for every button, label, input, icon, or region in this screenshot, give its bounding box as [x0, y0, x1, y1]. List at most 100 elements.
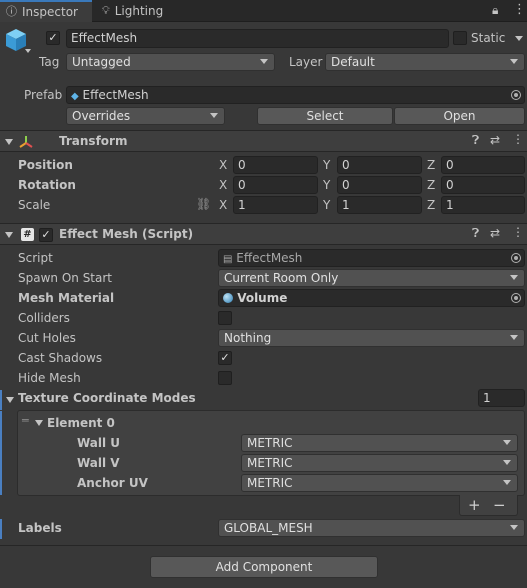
colliders-label: Colliders: [18, 311, 70, 325]
script-label: Script: [18, 251, 53, 265]
modified-indicator: [0, 519, 2, 539]
more-menu-icon[interactable]: ⋮: [513, 2, 526, 17]
static-checkbox[interactable]: [453, 31, 467, 45]
mesh-material-field[interactable]: Volume: [218, 289, 525, 307]
modified-indicator: [0, 411, 2, 495]
lightbulb-icon: 💡︎: [102, 4, 110, 17]
object-name-input[interactable]: EffectMesh: [66, 29, 449, 48]
chevron-down-icon: [503, 460, 511, 465]
rotation-z-input[interactable]: 0: [441, 176, 525, 194]
more-menu-icon[interactable]: ⋮: [512, 132, 524, 146]
chevron-down-icon: [503, 480, 511, 485]
transform-title: Transform: [59, 134, 128, 148]
wall-u-label: Wall U: [77, 436, 121, 450]
cut-holes-dropdown[interactable]: Nothing: [218, 329, 525, 347]
help-icon[interactable]: ❓︎: [472, 133, 479, 148]
transform-axes-icon: [18, 134, 34, 150]
axis-x-label[interactable]: X: [219, 158, 227, 172]
tab-lighting[interactable]: 💡︎ Lighting: [96, 0, 186, 22]
help-icon[interactable]: ❓︎: [472, 226, 479, 241]
rotation-label: Rotation: [18, 178, 76, 192]
scale-z-input[interactable]: 1: [441, 196, 525, 214]
anchor-uv-dropdown[interactable]: METRIC: [241, 474, 518, 492]
enabled-checkbox[interactable]: ✓: [39, 228, 53, 242]
labels-dropdown[interactable]: GLOBAL_MESH: [218, 519, 525, 537]
wall-v-label: Wall V: [77, 456, 120, 470]
object-picker-icon[interactable]: [511, 293, 521, 303]
position-z-input[interactable]: 0: [441, 156, 525, 174]
chevron-down-icon: [503, 440, 511, 445]
element-0-label[interactable]: Element 0: [47, 416, 115, 430]
drag-handle-icon[interactable]: ═: [22, 414, 29, 427]
mesh-material-label: Mesh Material: [18, 291, 115, 305]
layer-dropdown[interactable]: Default: [325, 53, 525, 71]
scale-x-input[interactable]: 1: [233, 196, 318, 214]
position-y-input[interactable]: 0: [337, 156, 422, 174]
axis-x-label[interactable]: X: [219, 178, 227, 192]
axis-z-label[interactable]: Z: [427, 158, 435, 172]
tag-label: Tag: [39, 55, 60, 69]
cast-shadows-checkbox[interactable]: ✓: [218, 351, 232, 365]
scale-label: Scale: [18, 198, 51, 212]
chevron-down-icon: [510, 275, 518, 280]
fold-arrow-icon[interactable]: [5, 232, 13, 238]
add-element-button[interactable]: +: [468, 496, 481, 514]
object-picker-icon[interactable]: [511, 90, 521, 100]
divider: [0, 545, 527, 546]
active-checkbox[interactable]: ✓: [46, 31, 60, 45]
open-button[interactable]: Open: [394, 107, 525, 125]
add-component-button[interactable]: Add Component: [150, 556, 378, 578]
texture-coordinate-modes-label[interactable]: Texture Coordinate Modes: [18, 391, 196, 405]
axis-y-label[interactable]: Y: [323, 158, 330, 172]
script-field: ▤ EffectMesh: [218, 249, 525, 267]
lock-icon[interactable]: 🔒︎: [492, 3, 498, 18]
transform-header[interactable]: Transform ❓︎ ⇄ ⋮: [0, 130, 527, 152]
axis-z-label[interactable]: Z: [427, 198, 435, 212]
icon-dropdown-arrow[interactable]: [25, 49, 31, 53]
layer-label: Layer: [289, 55, 323, 69]
effect-mesh-header[interactable]: # ✓ Effect Mesh (Script) ❓︎ ⇄ ⋮: [0, 223, 527, 245]
axis-x-label[interactable]: X: [219, 198, 227, 212]
spawn-on-start-dropdown[interactable]: Current Room Only: [218, 269, 525, 287]
overrides-dropdown[interactable]: Overrides: [66, 107, 225, 125]
position-x-input[interactable]: 0: [233, 156, 318, 174]
object-picker-icon[interactable]: [511, 253, 521, 263]
preset-icon[interactable]: ⇄: [490, 133, 500, 147]
effect-mesh-title: Effect Mesh (Script): [59, 227, 194, 241]
static-dropdown-arrow[interactable]: [515, 36, 523, 41]
array-size-input[interactable]: 1: [478, 389, 525, 407]
hide-mesh-label: Hide Mesh: [18, 371, 81, 385]
preset-icon[interactable]: ⇄: [490, 226, 500, 240]
chevron-down-icon: [210, 113, 218, 118]
tab-lighting-label: Lighting: [114, 4, 164, 18]
hide-mesh-checkbox[interactable]: [218, 371, 232, 385]
rotation-y-input[interactable]: 0: [337, 176, 422, 194]
tag-dropdown[interactable]: Untagged: [66, 53, 275, 71]
axis-y-label[interactable]: Y: [323, 178, 330, 192]
fold-arrow-icon[interactable]: [35, 420, 43, 426]
cut-holes-label: Cut Holes: [18, 331, 76, 345]
fold-arrow-icon[interactable]: [5, 139, 13, 145]
spawn-on-start-label: Spawn On Start: [18, 271, 113, 285]
tab-inspector[interactable]: ⓘ Inspector: [0, 0, 92, 22]
remove-element-button[interactable]: −: [493, 496, 506, 514]
axis-y-label[interactable]: Y: [323, 198, 330, 212]
axis-z-label[interactable]: Z: [427, 178, 435, 192]
prefab-field[interactable]: ◆ EffectMesh: [66, 86, 525, 104]
gameobject-cube-icon: [5, 28, 27, 51]
prefab-label: Prefab: [24, 88, 63, 102]
link-constraint-icon[interactable]: ⛓︎: [196, 197, 211, 211]
tab-inspector-label: Inspector: [22, 5, 78, 19]
scale-y-input[interactable]: 1: [337, 196, 422, 214]
position-label: Position: [18, 158, 73, 172]
wall-u-dropdown[interactable]: METRIC: [241, 434, 518, 452]
script-icon: #: [21, 228, 34, 241]
select-button[interactable]: Select: [257, 107, 393, 125]
rotation-x-input[interactable]: 0: [233, 176, 318, 194]
more-menu-icon[interactable]: ⋮: [512, 225, 524, 239]
fold-arrow-icon[interactable]: [6, 397, 14, 403]
material-sphere-icon: [223, 293, 233, 303]
wall-v-dropdown[interactable]: METRIC: [241, 454, 518, 472]
colliders-checkbox[interactable]: [218, 311, 232, 325]
cast-shadows-label: Cast Shadows: [18, 351, 103, 365]
